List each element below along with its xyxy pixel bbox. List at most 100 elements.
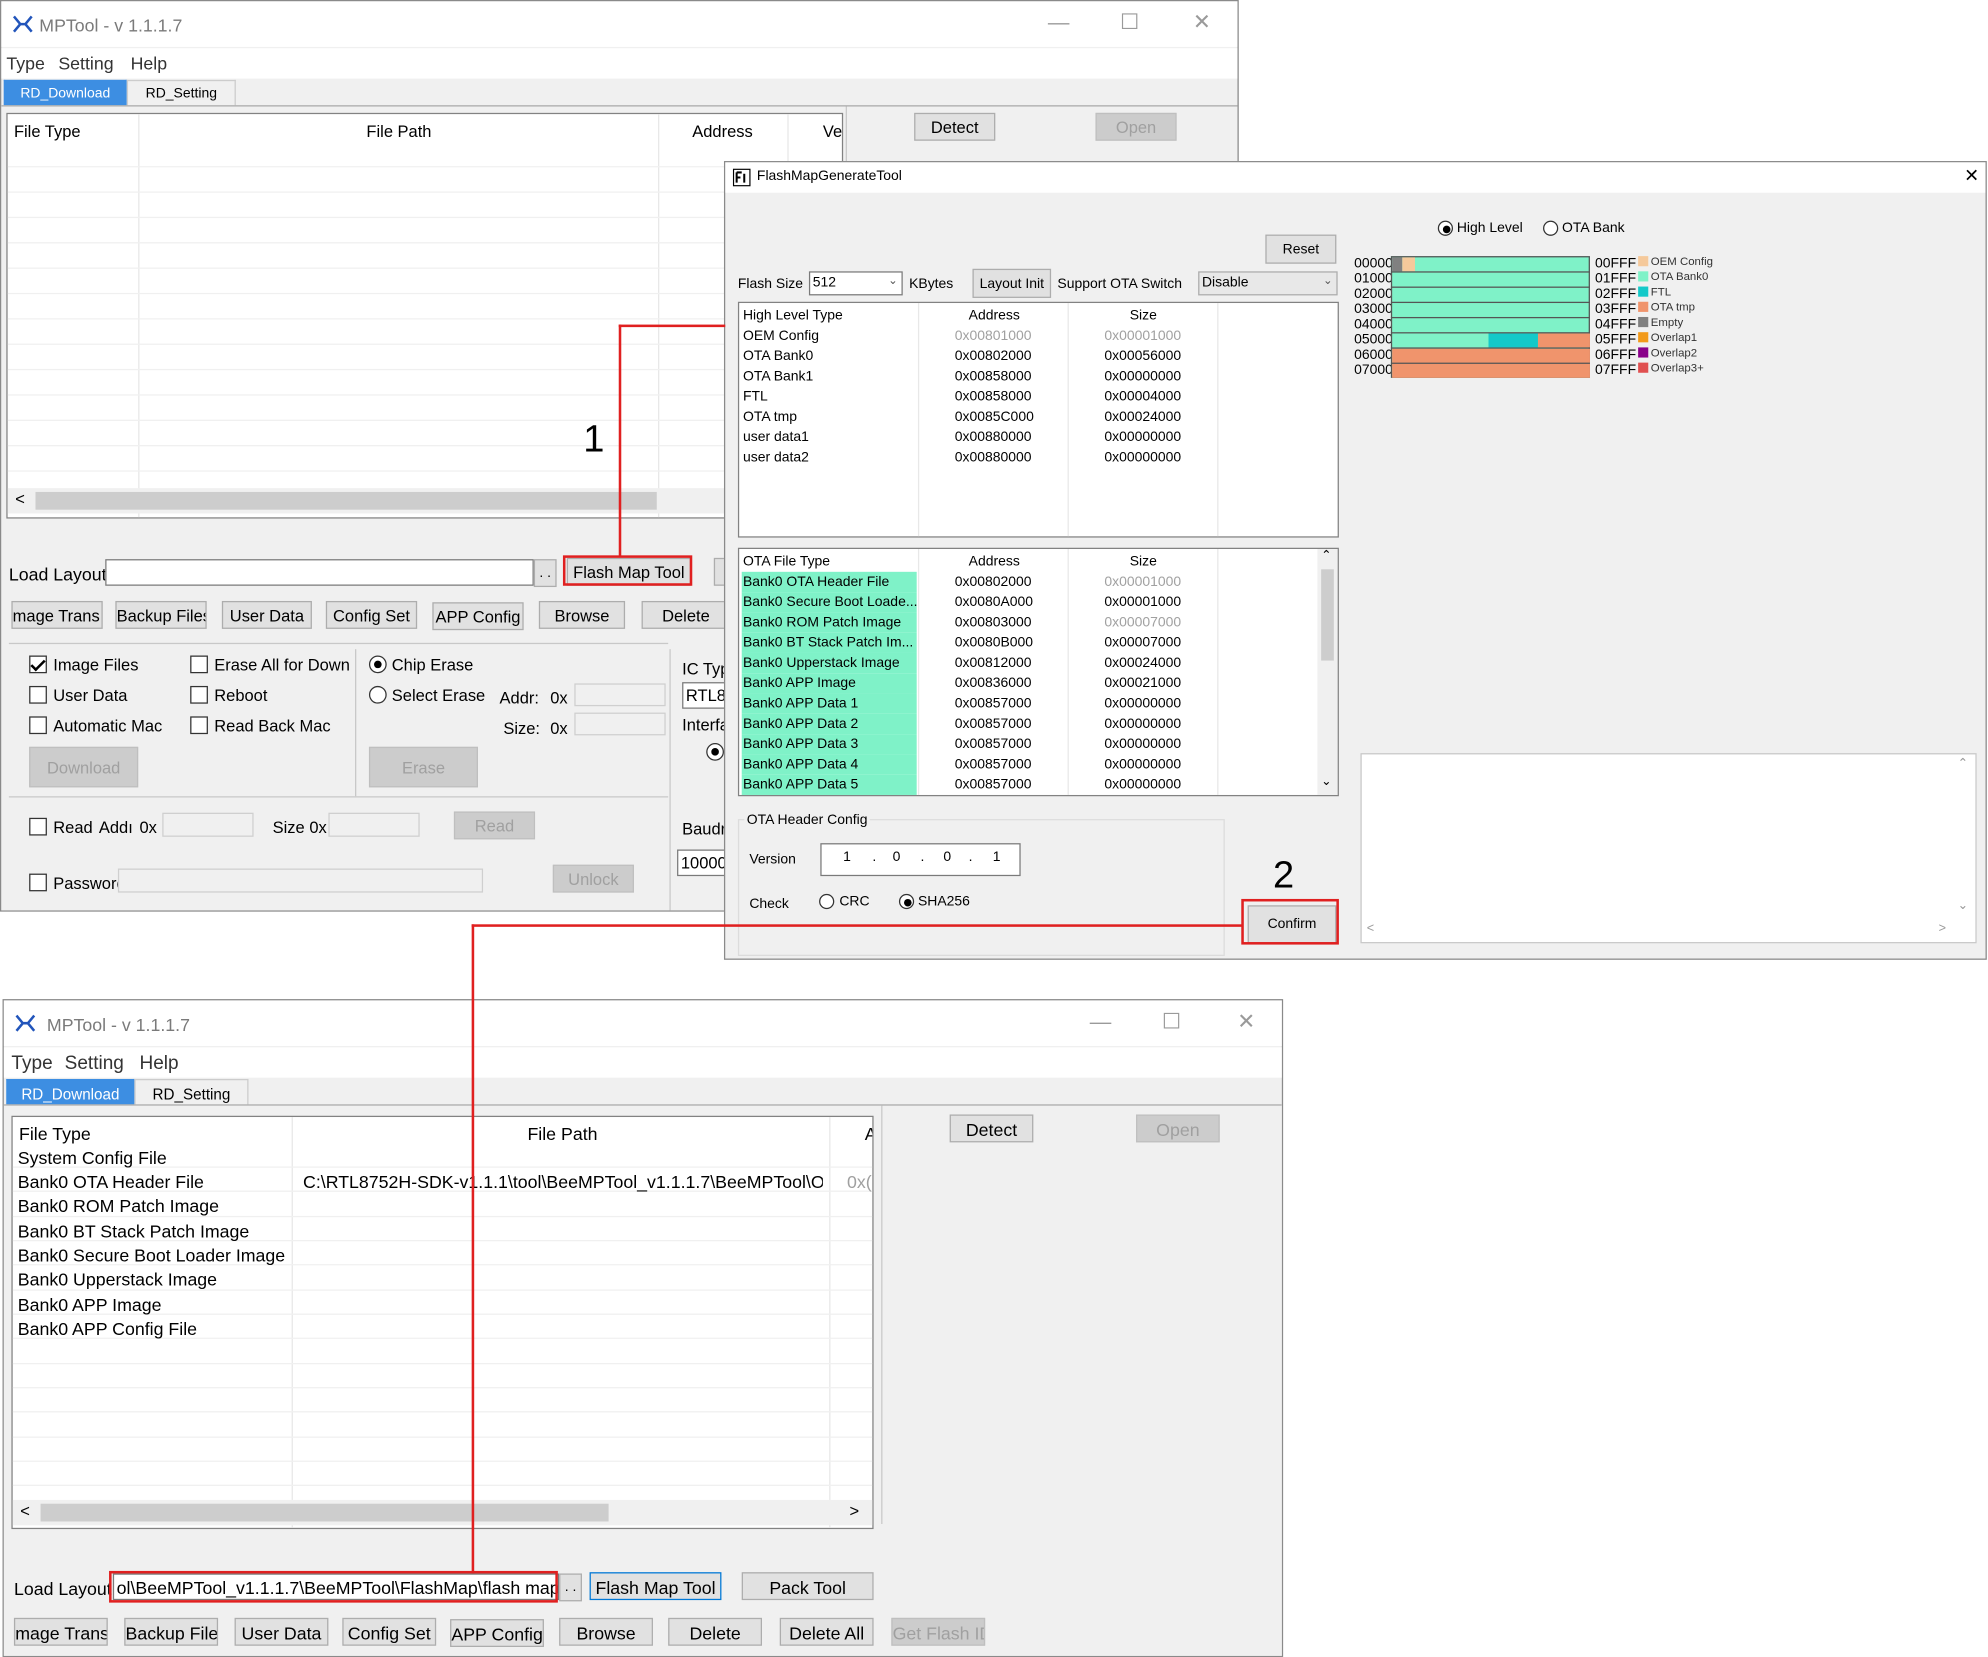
menu-setting[interactable]: Setting	[58, 53, 113, 73]
select-erase-radio[interactable]	[368, 685, 387, 704]
menu-help[interactable]: Help	[139, 1052, 178, 1074]
browse-button[interactable]: Browse	[559, 1617, 653, 1646]
image-files-checkbox[interactable]	[29, 655, 47, 674]
erase-size-input[interactable]	[574, 712, 666, 736]
pack-tool-button[interactable]: Pack Tool	[741, 1572, 874, 1601]
download-button[interactable]: Download	[29, 746, 139, 788]
scroll-down-icon[interactable]: ⌄	[1958, 899, 1969, 913]
table-row[interactable]: Bank0 Upperstack Image 0x00812000 0x000240…	[739, 652, 1337, 674]
list-item[interactable]: Bank0 APP Image	[18, 1295, 162, 1315]
menu-setting[interactable]: Setting	[65, 1052, 124, 1074]
high-level-radio[interactable]	[1437, 220, 1454, 236]
scroll-right-icon[interactable]: >	[1939, 922, 1946, 936]
table-row[interactable]: Bank0 APP Data 3 0x00857000 0x00000000	[739, 734, 1337, 755]
table-row[interactable]: Bank0 Secure Boot Loade... 0x0080A000 0x00…	[739, 592, 1337, 613]
app-config-button[interactable]: APP Config	[450, 1619, 544, 1648]
detect-button[interactable]: Detect	[949, 1114, 1034, 1143]
close-icon[interactable]: ✕	[1188, 10, 1216, 35]
list-item[interactable]: Bank0 OTA Header File	[18, 1172, 204, 1192]
vertical-scrollbar[interactable]: ⌃ ⌄	[1317, 549, 1338, 795]
log-output-box[interactable]: ⌃ ⌄ < >	[1360, 753, 1977, 944]
menu-type[interactable]: Type	[6, 53, 44, 73]
table-row[interactable]: Bank0 OTA Header File 0x00802000 0x0000100…	[739, 571, 1337, 593]
crc-radio[interactable]	[819, 893, 835, 910]
table-row[interactable]: user data2 0x00880000 0x00000000	[739, 448, 1337, 468]
open-button[interactable]: Open	[1095, 112, 1177, 141]
table-row[interactable]: Bank0 APP Data 4 0x00857000 0x00000000	[739, 754, 1337, 775]
image-trans-button[interactable]: mage Trans	[11, 600, 103, 629]
list-item[interactable]: Bank0 Secure Boot Loader Image	[18, 1245, 285, 1265]
scroll-left-icon[interactable]: <	[15, 489, 25, 508]
backup-files-button[interactable]: Backup Files	[115, 600, 207, 629]
browse-layout-button[interactable]: . .	[533, 559, 557, 588]
maximize-icon[interactable]: ☐	[1116, 10, 1144, 35]
close-icon[interactable]: ✕	[1232, 1009, 1260, 1034]
user-data-checkbox[interactable]	[29, 685, 47, 704]
chip-erase-radio[interactable]	[368, 655, 387, 674]
erase-button[interactable]: Erase	[368, 746, 478, 788]
table-row[interactable]: Bank0 ROM Patch Image 0x00803000 0x0000700…	[739, 612, 1337, 633]
sha256-radio[interactable]	[898, 893, 915, 910]
list-item[interactable]: Bank0 Upperstack Image	[18, 1269, 217, 1289]
table-row[interactable]: OTA Bank1 0x00858000 0x00000000	[739, 366, 1337, 386]
app-config-button[interactable]: APP Config	[432, 602, 524, 631]
list-item[interactable]: Bank0 ROM Patch Image	[18, 1196, 219, 1216]
password-checkbox[interactable]	[29, 873, 47, 892]
minimize-icon[interactable]: —	[1045, 10, 1073, 35]
read-size-input[interactable]	[328, 812, 420, 837]
unlock-button[interactable]: Unlock	[552, 864, 634, 893]
table-row[interactable]: Bank0 APP Data 5 0x00857000 0x00000000	[739, 774, 1337, 795]
image-trans-button[interactable]: mage Trans	[13, 1617, 108, 1646]
table-row[interactable]: OTA Bank0 0x00802000 0x00056000	[739, 346, 1337, 366]
table-row[interactable]: OTA tmp 0x0085C000 0x00024000	[739, 407, 1337, 427]
erase-addr-input[interactable]	[574, 683, 666, 707]
list-item[interactable]: Bank0 APP Config File	[18, 1319, 197, 1339]
scroll-thumb[interactable]	[40, 1503, 609, 1522]
reboot-checkbox[interactable]	[190, 685, 208, 704]
table-row[interactable]: OEM Config 0x00801000 0x00001000	[739, 326, 1337, 346]
table-row[interactable]: user data1 0x00880000 0x00000000	[739, 427, 1337, 447]
flash-size-select[interactable]: 512 ⌄	[808, 271, 903, 296]
scroll-up-icon[interactable]: ⌃	[1958, 757, 1969, 771]
config-set-button[interactable]: Config Set	[342, 1617, 437, 1646]
scroll-up-icon[interactable]: ⌃	[1321, 549, 1332, 563]
read-addr-input[interactable]	[162, 812, 254, 837]
minimize-icon[interactable]: —	[1087, 1009, 1115, 1034]
scroll-thumb[interactable]	[1321, 569, 1334, 661]
table-row[interactable]: FTL 0x00858000 0x00004000	[739, 387, 1337, 407]
menu-type[interactable]: Type	[11, 1052, 52, 1074]
scroll-left-icon[interactable]: <	[20, 1501, 30, 1520]
delete-button[interactable]: Delete	[668, 1617, 763, 1646]
browse-layout-button[interactable]: . .	[559, 1573, 582, 1602]
flash-map-tool-button[interactable]: Flash Map Tool	[589, 1572, 722, 1601]
detect-button[interactable]: Detect	[914, 112, 996, 141]
tab-rd-download[interactable]: RD_Download	[3, 79, 127, 107]
interface-radio[interactable]	[706, 742, 724, 761]
password-input[interactable]	[117, 868, 484, 893]
ota-switch-select[interactable]: Disable ⌄	[1198, 271, 1338, 296]
automatic-mac-checkbox[interactable]	[29, 716, 47, 735]
get-flash-id-button[interactable]: Get Flash ID	[891, 1617, 986, 1646]
horizontal-scrollbar[interactable]: < >	[12, 1499, 873, 1526]
erase-all-checkbox[interactable]	[190, 655, 208, 674]
list-item-path[interactable]: C:\RTL8752H-SDK-v1.1.1\tool\BeeMPTool_v1…	[303, 1172, 823, 1192]
read-checkbox[interactable]	[29, 817, 47, 836]
table-row[interactable]: Bank0 APP Data 2 0x00857000 0x00000000	[739, 713, 1337, 735]
scroll-down-icon[interactable]: ⌄	[1321, 775, 1332, 789]
table-row[interactable]: Bank0 APP Data 1 0x00857000 0x00000000	[739, 693, 1337, 714]
list-item[interactable]: System Config File	[18, 1147, 167, 1167]
user-data-button[interactable]: User Data	[234, 1617, 329, 1646]
layout-init-button[interactable]: Layout Init	[972, 268, 1052, 298]
config-set-button[interactable]: Config Set	[325, 600, 418, 629]
reset-button[interactable]: Reset	[1265, 234, 1337, 264]
list-item[interactable]: Bank0 BT Stack Patch Image	[18, 1221, 250, 1241]
menu-help[interactable]: Help	[131, 53, 168, 73]
load-layout-input[interactable]	[105, 559, 534, 586]
read-back-mac-checkbox[interactable]	[190, 716, 208, 735]
browse-button[interactable]: Browse	[538, 600, 626, 629]
maximize-icon[interactable]: ☐	[1158, 1009, 1186, 1034]
scroll-left-icon[interactable]: <	[1367, 922, 1374, 936]
open-button[interactable]: Open	[1136, 1114, 1220, 1143]
version-input[interactable]: 1 . 0 . 0 . 1	[820, 843, 1021, 877]
ota-bank-radio[interactable]	[1543, 220, 1559, 236]
